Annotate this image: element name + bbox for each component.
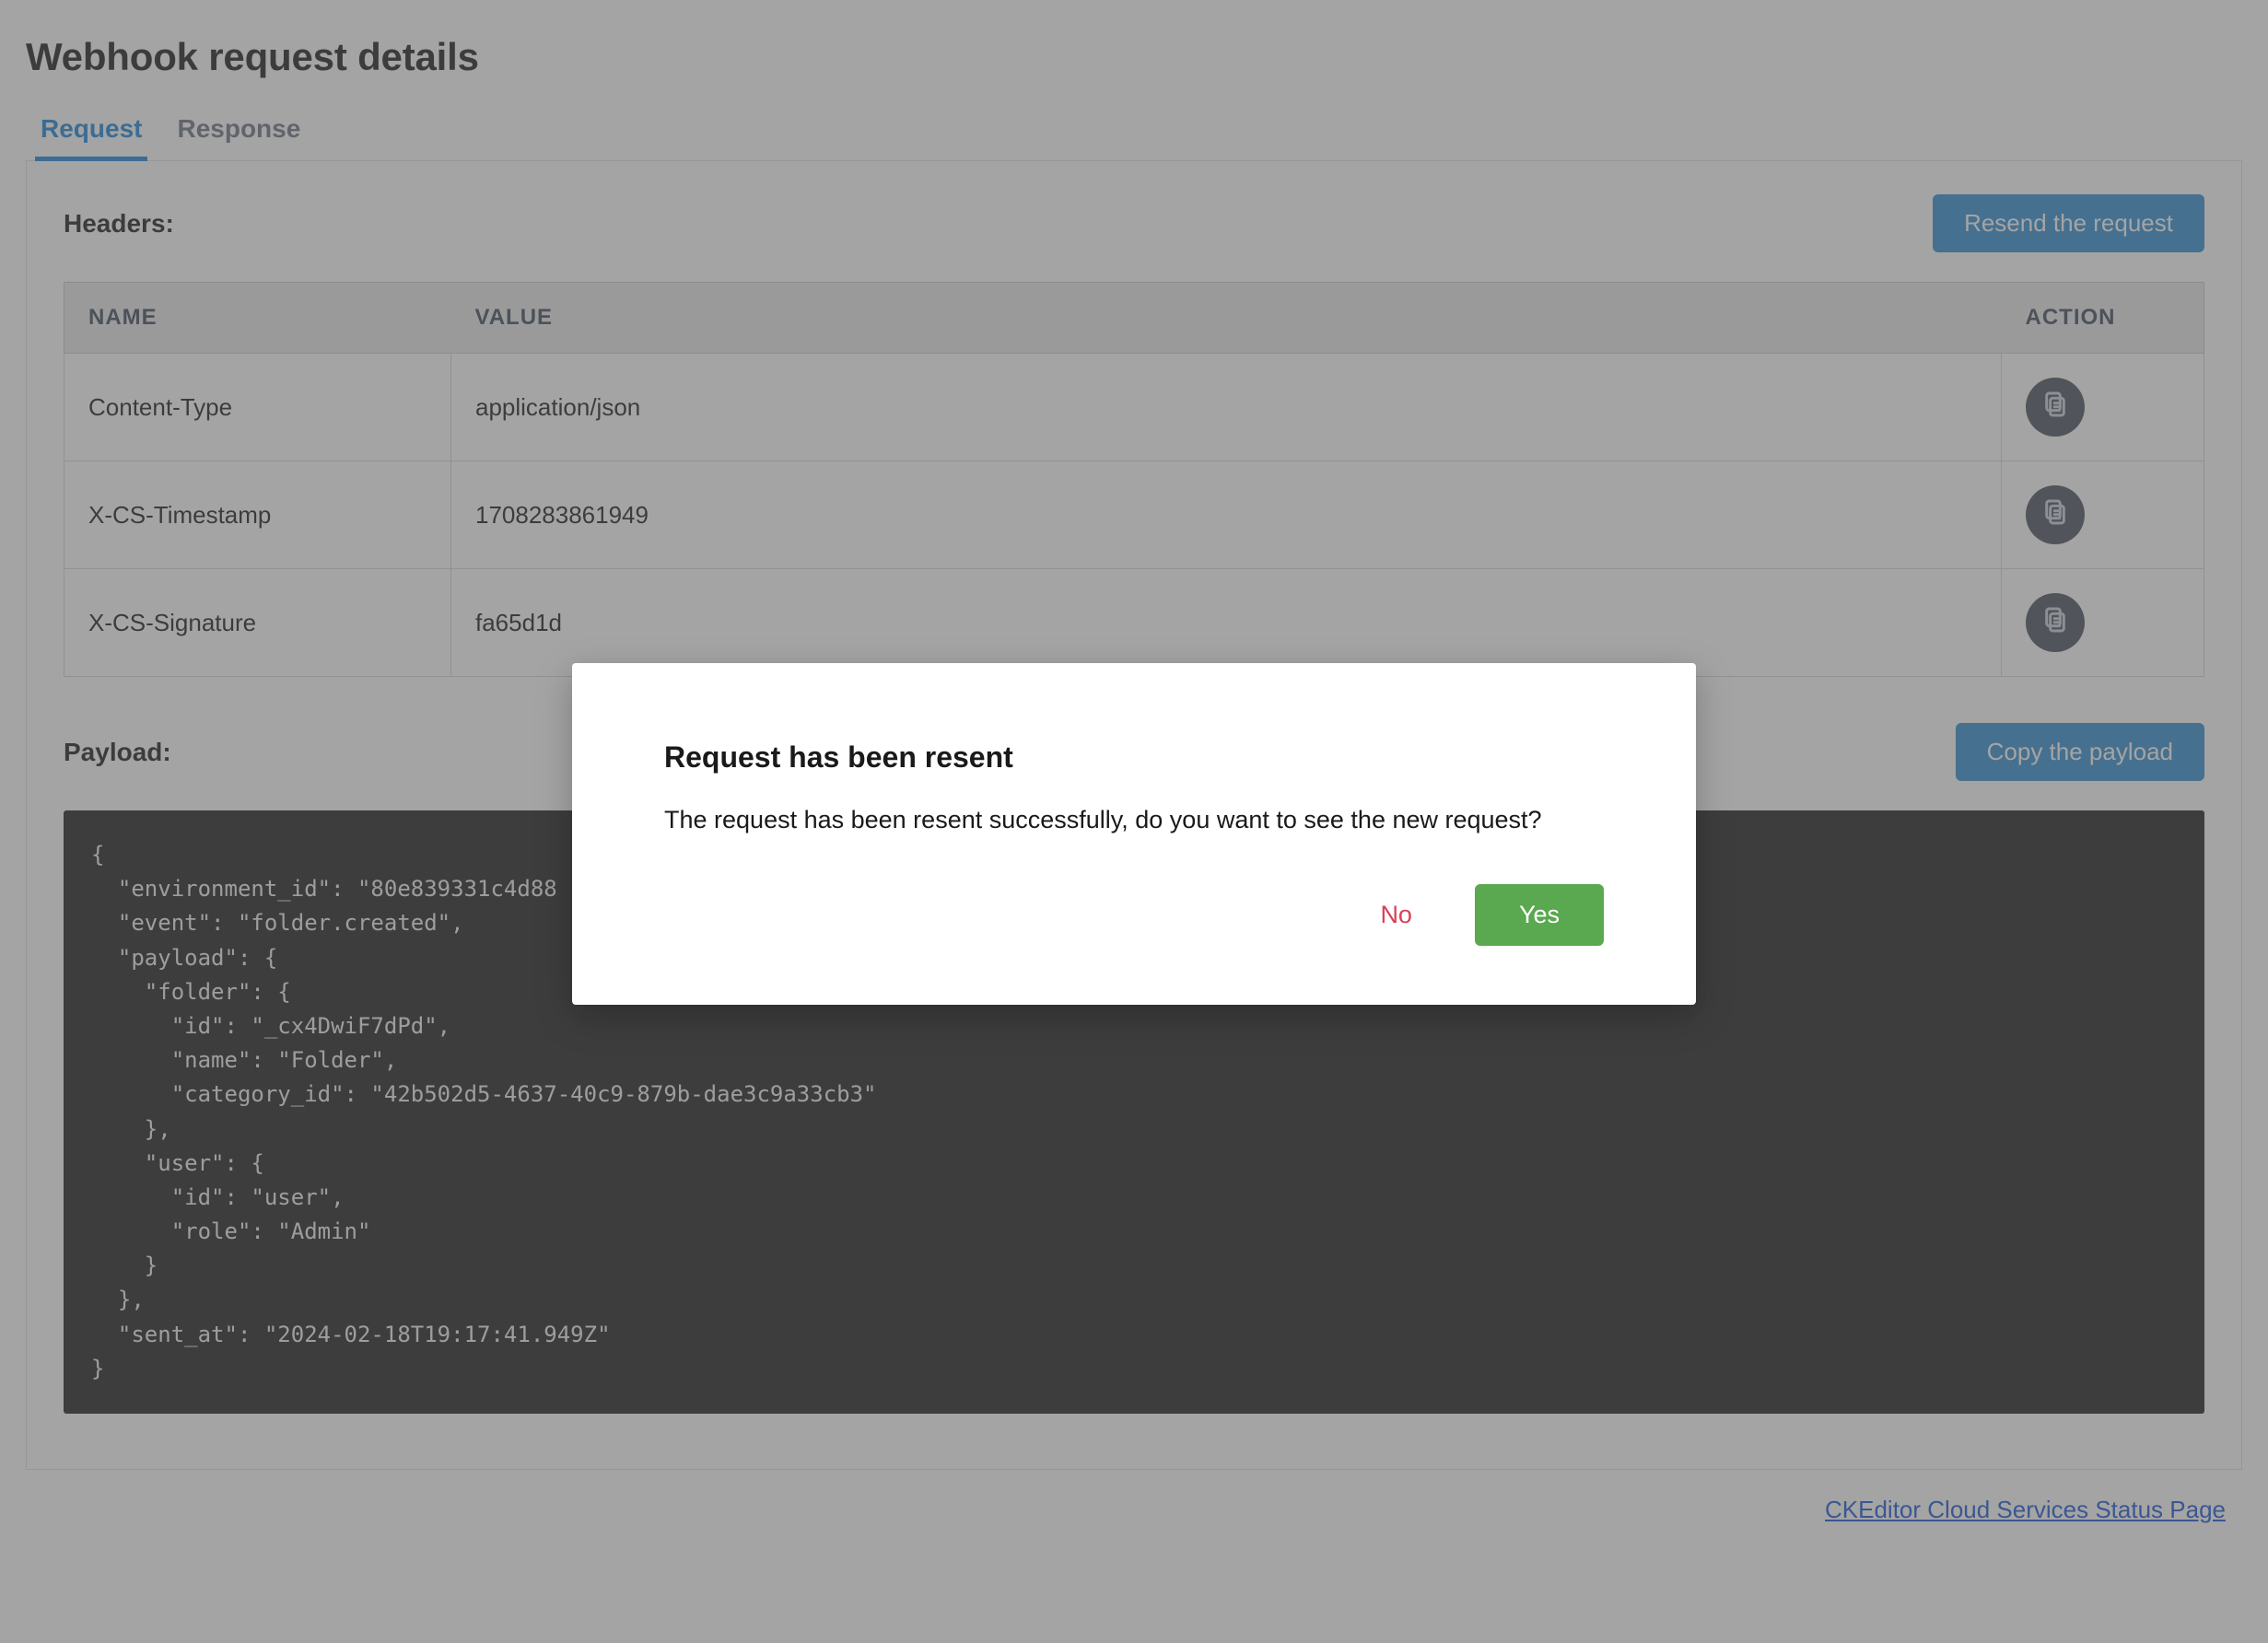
resend-confirm-modal: Request has been resent The request has … [572, 663, 1696, 1005]
modal-yes-button[interactable]: Yes [1475, 884, 1604, 946]
modal-actions: No Yes [664, 884, 1604, 946]
modal-overlay[interactable]: Request has been resent The request has … [0, 0, 2268, 1643]
modal-title: Request has been resent [664, 740, 1604, 775]
modal-no-button[interactable]: No [1354, 888, 1438, 942]
modal-message: The request has been resent successfully… [664, 806, 1604, 834]
